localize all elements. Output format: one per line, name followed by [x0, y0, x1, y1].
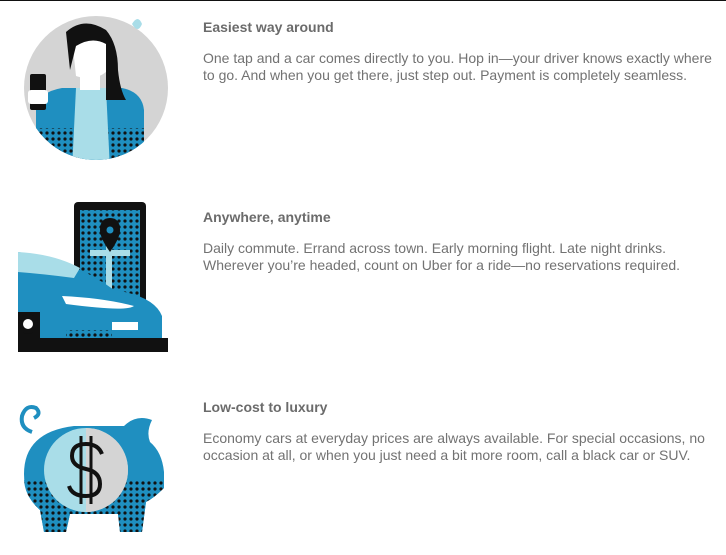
rider-phone-illustration: [14, 10, 174, 170]
feature-body: Daily commute. Errand across town. Early…: [203, 240, 681, 273]
feature-text: Low-cost to luxury Economy cars at every…: [203, 398, 713, 464]
feature-title: Anywhere, anytime: [203, 209, 331, 225]
car-phone-map-illustration: [14, 200, 174, 356]
feature-title: Low-cost to luxury: [203, 399, 328, 415]
feature-body: Economy cars at everyday prices are alwa…: [203, 430, 705, 463]
top-divider: [0, 0, 726, 1]
feature-text: Anywhere, anytime Daily commute. Errand …: [203, 208, 713, 274]
feature-title: Easiest way around: [203, 19, 334, 35]
piggy-bank-dollar-illustration: [14, 396, 174, 546]
feature-body: One tap and a car comes directly to you.…: [203, 50, 712, 83]
feature-text: Easiest way around One tap and a car com…: [203, 18, 713, 84]
